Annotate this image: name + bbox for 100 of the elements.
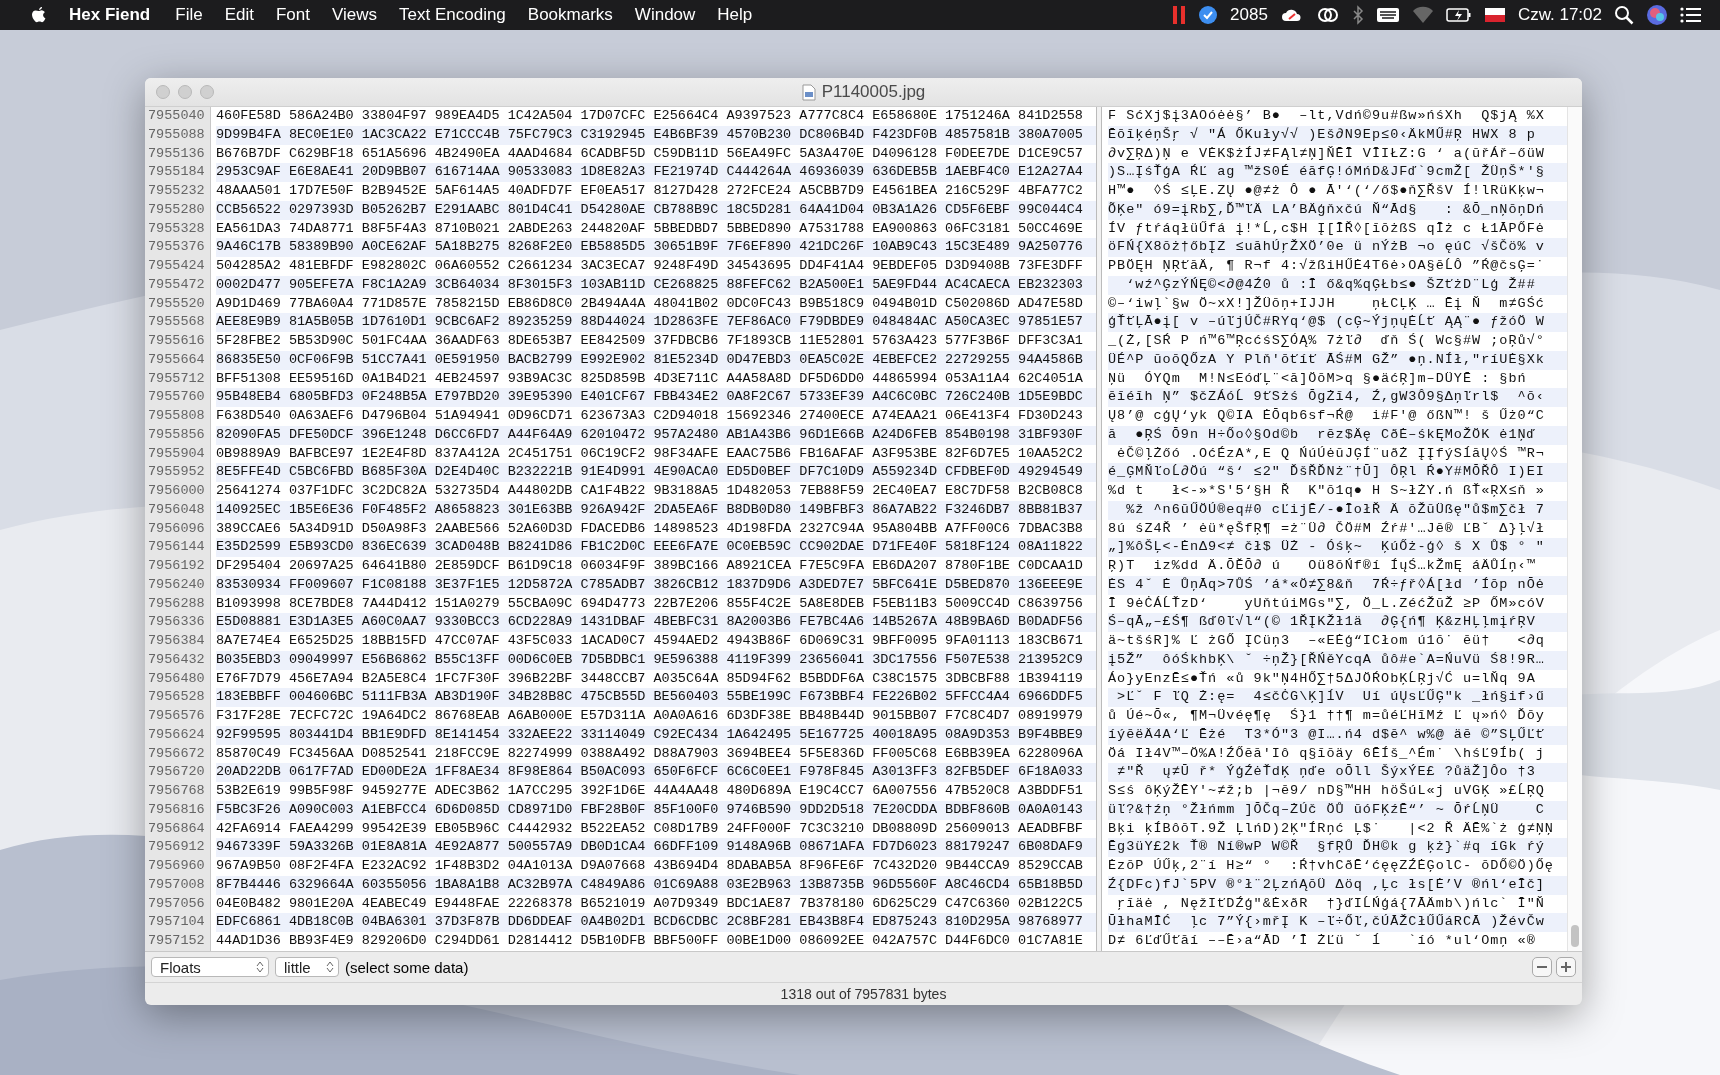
- remove-button[interactable]: [1532, 957, 1552, 977]
- text-row-text: ŗīäė , NęžIťDŹģ"&ĖxðR †}ďIĹŃģá{7ĀÄmb\)ńlc` Ī"Ň: [1116, 894, 1546, 913]
- battery-icon[interactable]: [1445, 5, 1472, 25]
- hex-row-text: 5F28FBE2 5B53D90C 501FC4AA 36AADF63 8DE653B7 EE842509 37FDBCB6 7F1893CB 11E52801 5763A423 577F3B6F DFF3C3A1: [216, 332, 1084, 350]
- offset-label: 7957152: [148, 932, 206, 950]
- menu-item[interactable]: Font: [264, 5, 321, 25]
- plus-icon: [1561, 962, 1571, 972]
- offset-label: 7957056: [148, 894, 206, 913]
- apple-icon: [30, 5, 47, 25]
- text-row: öFŃ{X8ōż†őbĮZ ≤uāhÚŗŽXÖ’0e ü nÝżB ¬o ęúC √šČö% v: [1108, 238, 1567, 257]
- offset-label: 7955904: [148, 444, 206, 463]
- menu-item[interactable]: Edit: [213, 5, 265, 25]
- offset-label: 7957008: [148, 875, 206, 894]
- keyboard-icon[interactable]: [1375, 5, 1400, 25]
- text-row: ģŤťĻĀ●į[ v –úľjÚČ#RYq‘@$ (cĢ~ÝjņųĖĹť ĄĄ¨● ƒžóÖ W: [1108, 313, 1567, 332]
- add-button[interactable]: [1556, 957, 1576, 977]
- hex-row-text: 25641274 037F1DFC 3C2DC82A 532735D4 A44802DB CA1F4B22 9B3188A5 1D482053 7EB88F59 2EC40EA7 E8C7DF58 B2CB08C8: [216, 482, 1084, 500]
- text-row: ĒōīķéņŠŗ √ "Á ŐKuły√√ )Eš∂N9Ep≤0‹ÄkMŰ#Ŗ HWX 8 p: [1108, 125, 1567, 145]
- hex-row: AEE8E9B9 81A5B05B 1D7610D1 9CBC6AF2 89235259 88D44024 1D2863FE 7EF86AC0 F79DBDE9 048484AC A50CA3EC 97851E57: [216, 313, 1096, 332]
- menu-item[interactable]: Help: [706, 5, 764, 25]
- hex-row-text: 8A7E74E4 E6525D25 18BB15FD 47CC07AF 43F5C033 1ACAD0C7 4594AED2 4943B86F 6D069C31 9BFF0095 9FA01113 183CB671: [216, 632, 1084, 650]
- hex-row: 183EBBFF 004606BC 5111FB3A AB3D190F 34B28B8C 475CB55D BE560403 55BE199C F673BBF4 FE226B02 5FFCC4A4 6966DDF5: [216, 688, 1096, 707]
- hex-row: 9D99B4FA 8EC0E1E0 1AC3CA22 E71CCC4B 75FC79C3 C3192945 E4B6BF39 4570B230 DC806B4D F423DF0B 4857581B 380A7005: [216, 125, 1096, 145]
- offset-label: 7955184: [148, 163, 206, 182]
- type-dropdown[interactable]: Floats: [151, 957, 269, 977]
- offset-label: 7956528: [148, 688, 206, 707]
- text-row-text: D≠ 6ĽďŰťāí ––Ē›a“ĀD ’Ī ŻĽü ˘ ĺ `íó *ul‘Omņ «®: [1108, 932, 1537, 950]
- hex-row-text: A9D1D469 77BA60A4 771D857E 7858215D EB86D8C0 2B494A4A 48041B02 0DC0FC43 B9B518C9 0494B01D C502086D AD47E58D: [216, 294, 1084, 313]
- menu-item[interactable]: Views: [321, 5, 389, 25]
- scroll-bar[interactable]: [1567, 107, 1582, 951]
- hex-row-text: 460FE58D 586A24B0 33804F97 989EA4D5 1C42A504 17D07CFC E25664C4 A9397523 A777C8C4 E658680E 1751246A 841D2558: [216, 107, 1084, 125]
- text-row-text: ĖzōP ÚŰķ,2¨í H≥“ ° :Ŕ†vhCðĒ‘ćęęZŹĖĢolC- ōDŐ©Ö)Őę: [1108, 857, 1555, 875]
- hex-row-text: B1093998 8CE7BDE8 7A44D412 151A0279 55CBA09C 694D4773 22B7E206 855F4C2E 5A8E8DEB F5EB11B3 5009CC4D C8639756: [216, 594, 1084, 613]
- hex-row-text: 389CCAE6 5A34D91D D50A98F3 2AABE566 52A60D3D FDACEDB6 14898523 4D198FDA 2327C94A 95A804BB A7FF00C6 7DBAC3B8: [216, 519, 1084, 538]
- menu-item[interactable]: File: [164, 5, 214, 25]
- offset-label: 7955472: [148, 275, 206, 294]
- text-row: ‘wź^ĢzÝŃĘ©<∂@4Ź0 ů :Ī ő&q%qĢŁb≤● ŠZťżD¨Lģ Ž##: [1108, 275, 1567, 295]
- text-row: Ś–qĀ„–£Ś¶ ßď0ľ√l“(© 1ŘĮKŽł1ä ∂Ģ{ń¶ Ķ&zHĻļmįŕŖV: [1108, 613, 1567, 632]
- offset-label: 7956480: [148, 669, 206, 688]
- text-row-text: Bķi ķÍBôōT.9Ž ĻlńD)2Ķ"ÍRņć Ļ$˙ |<2 Ř ÄĒ%`ż ģ≠ŅŅ: [1108, 819, 1555, 838]
- text-row-text: Ī 9ėĊÁĹŤzD‘ yUňtúiMGs"∑, Ö_L.ZéćŽūŽ ≥P ŐM»cóV: [1108, 594, 1546, 613]
- text-row: ĖS 4˘ Ė ŮņĀq>7ŮŚ ’á*«Ö≠∑8&ň 7Ŕ÷ƒř◊Á[łd ’Íōp nŌė: [1108, 575, 1567, 595]
- text-row: ēīéīh Ņ” $čZÁóĹ 9ťSżś ŌgŻī4, Ź,gW3Ô9§Δņľrl$ ^ō‹: [1108, 388, 1567, 407]
- hex-row-text: B676B7DF C629BF18 651A5696 4B2490EA 4AAD4684 6CADBF5D C59DB11D 56EA49FC 5A3A470E D4096128 F0DEE7DE D1CE9C57: [216, 144, 1084, 163]
- hex-row-text: 44AD1D36 BB93F4E9 829206D0 C294DD61 D2814412 D5B10DFB BBF500FF 00BE1D00 086092EE 042A757C D44F6DC0 01C7A81E: [216, 932, 1084, 950]
- offset-label: 7955952: [148, 463, 206, 482]
- menu-item[interactable]: Window: [623, 5, 707, 25]
- offset-label: 7956672: [148, 744, 206, 763]
- text-row-text: Áo}yEnzĒ≤●Ťń «ů 9k"Ņ4HŐ∑†5ΔJÖŔObĶĹŖj√Ć u=lŇq 9A: [1108, 669, 1537, 688]
- offset-label: 7955424: [148, 257, 206, 275]
- hex-row-text: F317F28E 7ECFC72C 19A64DC2 86768EAB A6AB000E E57D311A A0A0A616 6D3DF38E BB48B44D 9015BB07 F7C8C4D7 08919979: [216, 707, 1084, 725]
- pause-icon[interactable]: [1172, 5, 1187, 25]
- app-menu[interactable]: Hex Fiend: [47, 5, 165, 25]
- orb-icon[interactable]: [1646, 4, 1668, 26]
- offset-label: 7955760: [148, 388, 206, 407]
- offset-label: 7955232: [148, 182, 206, 200]
- check-badge-icon[interactable]: [1198, 5, 1219, 25]
- clock[interactable]: Czw. 17:02: [1517, 5, 1602, 25]
- hex-row-text: 504285A2 481EBFDF E982802C 06A60552 C2661234 3AC3ECA7 9248F49D 34543695 DD4F41A4 9EBDEF05 D3D9408B 73FE3DFF: [216, 257, 1084, 275]
- hex-row-text: DF295404 20697A25 64641B80 2E859DCF B61D9C18 06034F9F 389BC166 A8921CEA F7E5C9FA EB6DA207 8780F1BE C0DCAA1D: [216, 557, 1084, 575]
- text-row: üľ?&†źņ °Žłńmm ]ŌČq–ŻÚč ÖŮ ūóFĶźĒ“’ ~ ŌŕĹŅÜ C: [1108, 800, 1567, 820]
- list-icon[interactable]: [1680, 6, 1702, 24]
- offset-label: 7955280: [148, 200, 206, 219]
- hex-row-text: 48AAA501 17D7E50F B2B9452E 5AF614A5 40ADFD7F EF0EA517 8127D428 272FCE24 A5CBB7D9 E4561BEA 216C529F 4BFA77C2: [216, 182, 1084, 200]
- offset-label: 7957104: [148, 913, 206, 932]
- endian-dropdown[interactable]: little: [275, 957, 339, 977]
- text-row: ā ●ŖŚ Ō9n H÷Őo◊§Od©b rēz$Äę CðĖ–śkĘMoŽÖK ė1Ņď: [1108, 425, 1567, 445]
- menu-item[interactable]: Text Encoding: [388, 5, 517, 25]
- hex-row-text: 53B2E619 99B5F98F 9459277E ADEC3B62 1A7CC295 392F1D6E 44A4AA48 480D689A E19C4CC7 6A007556 47B520C8 A3BDDF51: [216, 782, 1084, 800]
- hex-row: 20AD22DB 0617F7AD ED00DE2A 1FF8AE34 8F98E864 B50AC093 650F6FCF 6C6C0EE1 F978F845 A3013FF3 82FB5DEF 6F18A033: [216, 763, 1096, 782]
- hex-row: 8F7B4446 6329664A 60355056 1BA8A1B8 AC32B97A C4849A86 01C69A88 03E2B963 13B8735B 96D5560F A8C46CD4 65B18B5D: [216, 875, 1096, 895]
- menu-item[interactable]: Bookmarks: [516, 5, 624, 25]
- bluetooth-icon[interactable]: [1351, 5, 1364, 25]
- badge-count: 2085: [1230, 5, 1268, 25]
- hex-row-text: 04E0B482 9801E20A 4EABEC49 E9448FAE 22268378 B6521019 A07D9349 BDC1AE87 7B378180 6D625C29 C47C6360 02B122C5: [216, 894, 1084, 913]
- offset-label: 7956912: [148, 838, 206, 857]
- search-icon[interactable]: [1614, 5, 1634, 25]
- text-row: é_ĢMŇľoĹ∂Öú “š‘ ≤2" ĎšŘĎNż¨†Ū] ÔŖl Ŕ●Y#MŌŘÔ I)EI: [1108, 463, 1567, 482]
- rings-icon[interactable]: [1315, 5, 1340, 25]
- offset-label: 7956240: [148, 575, 206, 594]
- offset-label: 7955664: [148, 350, 206, 369]
- offset-label: 7956144: [148, 538, 206, 557]
- text-row-text: S≤ś ôĶýŽĒY'~≠ž;b |¬ē9/ nD§™HH höŠúL«j uVGĶ »£ĹŖQ: [1108, 782, 1546, 800]
- offset-label: 7955136: [148, 144, 206, 163]
- text-row: )S…ĮśŤģA ŔĽ ag ™žS0É éāfĢ!óMńD&JFď`9cmŽ[ ŽÜņŠ*'§: [1108, 163, 1567, 182]
- text-row: Ź{DFc)fJ`5PV ®°ł¨2ĻzńĄōÜ Δöq ,Ļc łs[Ė’V ®ńl‘eĪč]: [1108, 875, 1567, 895]
- text-row: %ž ^n6ūŰÖÚ®eq#0 cĽijĒ/-●ĪołŘ Ä ōŽūÜßę"ů$m∑čł 7: [1108, 500, 1567, 520]
- text-row-text: ů Úé~Ō«, ¶M¬Üvéę¶ę Ś}1 ††¶ m=ůéĽHīMź Ľ ų»ń◊ Ďōy: [1108, 707, 1546, 725]
- hex-row: CCB56522 0297393D B05262B7 E291AABC 801D4C41 D54280AE CB788B9C 18C5D281 64A41D04 0B3A1A26 CD5F6EBF 99C044C4: [216, 200, 1096, 220]
- flag-icon[interactable]: [1483, 6, 1506, 24]
- hex-row-text: 0B9889A9 BAFBCE97 1E2E4F8D 837A412A 2C451751 06C19CF2 98F34AFE EAAC75B6 FB16AFAF A3F953BE 82F6D7E5 10AA52C2: [216, 444, 1084, 463]
- text-row: į5Ž” ôóŚkhbĶ\ ˘ ÷ņŽ}[ŘŃěYcqA ůô#e`A=ŃuVü Ś8!9R…: [1108, 650, 1567, 670]
- wifi-icon[interactable]: [1411, 5, 1434, 25]
- file-icon: [801, 83, 816, 101]
- offset-label: 7956720: [148, 763, 206, 782]
- hex-row: 86835E50 0CF06F9B 51CC7A41 0E591950 BACB2799 E992E902 81E5234D 0D47EBD3 0EA5C02E 4EBEFCE2 22729255 94A4586B: [216, 350, 1096, 370]
- offset-label: 7956048: [148, 500, 206, 519]
- offset-label: 7955376: [148, 238, 206, 257]
- updown-icon: [326, 961, 334, 973]
- offset-label: 7955328: [148, 219, 206, 238]
